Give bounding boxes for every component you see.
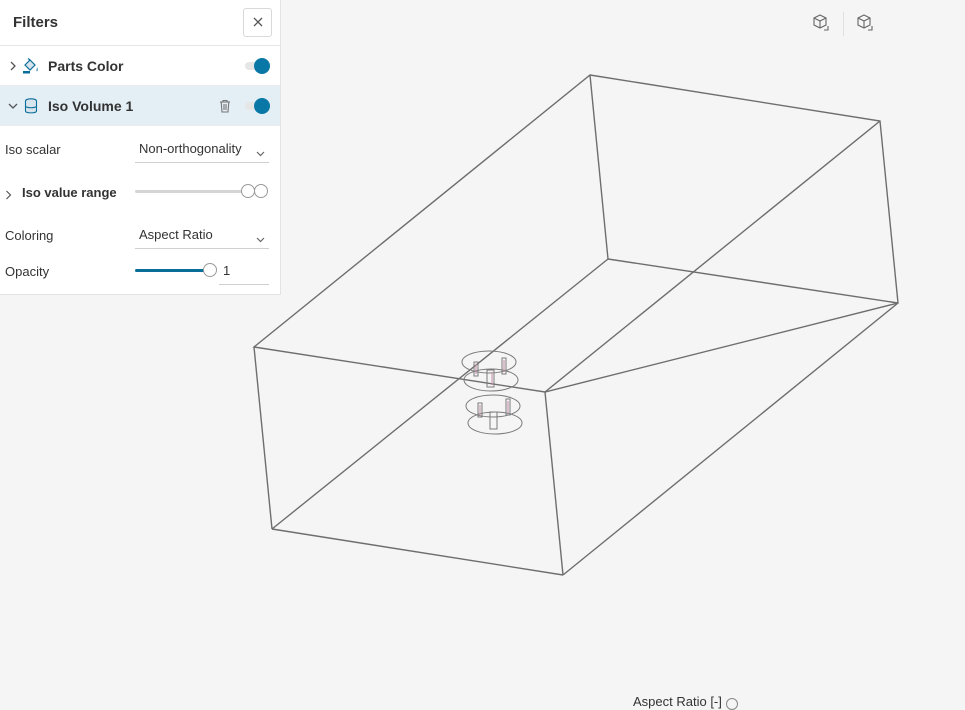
coloring-row: Coloring Aspect Ratio bbox=[0, 217, 281, 253]
view-cube-button-2[interactable] bbox=[844, 8, 884, 40]
iso-scalar-row: Iso scalar Non-orthogonality bbox=[0, 131, 281, 167]
box-edge bbox=[589, 74, 609, 260]
box-edge bbox=[253, 346, 273, 530]
iso-value-range-label: Iso value range bbox=[22, 184, 117, 200]
iso-value-range-row: Iso value range bbox=[0, 174, 281, 210]
iso-disc bbox=[467, 411, 523, 435]
bounding-box bbox=[252, 74, 899, 576]
chevron-right-icon[interactable] bbox=[5, 187, 12, 205]
cube-view-icon bbox=[811, 13, 829, 36]
legend-title: Aspect Ratio [-] bbox=[633, 694, 722, 709]
chevron-down-icon bbox=[256, 145, 265, 160]
cube-view-icon bbox=[855, 13, 873, 36]
box-edge bbox=[562, 302, 899, 576]
range-thumb-low[interactable] bbox=[241, 184, 255, 198]
view-cube-button-1[interactable] bbox=[800, 8, 840, 40]
opacity-label: Opacity bbox=[5, 263, 50, 279]
box-edge bbox=[271, 258, 609, 530]
box-edge bbox=[544, 120, 881, 393]
iso-volume-geometry bbox=[461, 350, 523, 435]
close-icon bbox=[253, 14, 263, 32]
iso-value-range-slider[interactable] bbox=[135, 182, 269, 202]
iso-scalar-select[interactable]: Non-orthogonality bbox=[135, 135, 269, 163]
opacity-slider[interactable] bbox=[135, 261, 217, 281]
filter-name: Parts Color bbox=[48, 57, 124, 74]
coloring-label: Coloring bbox=[5, 227, 54, 243]
coloring-select[interactable]: Aspect Ratio bbox=[135, 221, 269, 249]
iso-blade bbox=[489, 411, 498, 430]
iso-disc bbox=[465, 394, 521, 418]
iso-scalar-label: Iso scalar bbox=[5, 141, 61, 157]
box-edge bbox=[607, 258, 899, 304]
box-edge bbox=[271, 528, 564, 576]
filters-panel: Filters Parts Color Iso Volume 1 Iso sca… bbox=[0, 0, 281, 295]
opacity-input[interactable]: 1 bbox=[219, 257, 269, 285]
close-button[interactable] bbox=[243, 8, 272, 37]
trash-icon[interactable] bbox=[215, 99, 235, 113]
box-edge bbox=[544, 391, 564, 576]
opacity-row: Opacity 1 bbox=[0, 253, 281, 289]
opacity-thumb[interactable] bbox=[203, 263, 217, 277]
select-value: Non-orthogonality bbox=[139, 141, 242, 156]
chevron-down-icon[interactable] bbox=[7, 102, 19, 110]
opacity-value: 1 bbox=[223, 263, 231, 278]
cylinder-icon bbox=[21, 97, 41, 114]
panel-title: Filters bbox=[13, 14, 59, 31]
chevron-down-icon bbox=[256, 231, 265, 246]
visibility-toggle[interactable] bbox=[245, 57, 270, 74]
select-value: Aspect Ratio bbox=[139, 227, 213, 242]
range-thumb-high[interactable] bbox=[254, 184, 268, 198]
paint-bucket-icon bbox=[21, 57, 41, 74]
filter-row-iso-volume[interactable]: Iso Volume 1 bbox=[0, 86, 280, 126]
iso-disc bbox=[463, 368, 519, 392]
filter-name: Iso Volume 1 bbox=[48, 97, 134, 114]
chevron-right-icon[interactable] bbox=[7, 61, 19, 71]
visibility-toggle[interactable] bbox=[245, 97, 270, 114]
filter-row-parts-color[interactable]: Parts Color bbox=[0, 46, 280, 86]
box-top-face bbox=[252, 74, 899, 393]
info-icon[interactable] bbox=[726, 698, 738, 710]
panel-header: Filters bbox=[0, 0, 280, 46]
